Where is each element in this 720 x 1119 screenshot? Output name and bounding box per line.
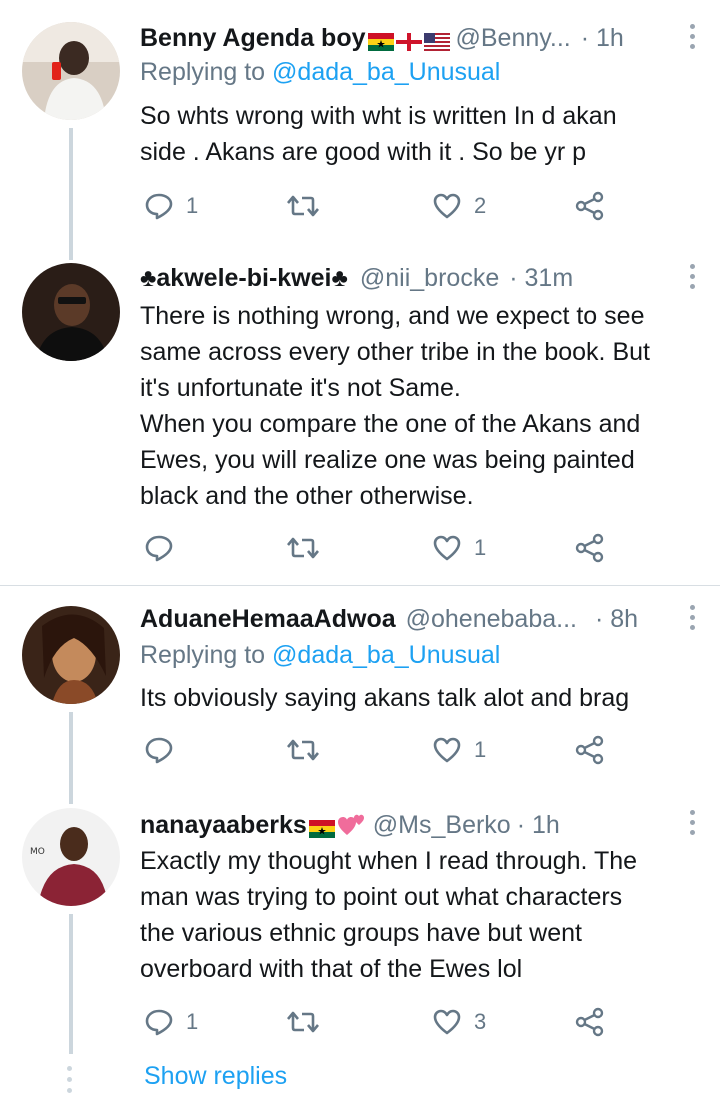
more-options-icon[interactable] — [690, 810, 696, 838]
thread-divider — [0, 585, 720, 586]
share-button[interactable] — [574, 730, 606, 770]
display-name[interactable]: ♣akwele-bi-kwei♣ — [140, 264, 348, 293]
retweet-button[interactable] — [286, 1002, 332, 1042]
club-icon: ♣ — [140, 263, 157, 292]
reply-count: 1 — [186, 193, 199, 218]
more-options-icon[interactable] — [690, 605, 696, 633]
reply-count: 1 — [186, 1009, 199, 1034]
reply-button[interactable]: 1 — [144, 1002, 198, 1042]
more-options-icon[interactable] — [690, 264, 696, 292]
like-count: 2 — [474, 193, 487, 218]
reply-icon — [145, 535, 173, 562]
replying-to: Replying to @dada_ba_Unusual — [140, 641, 501, 669]
like-count: 1 — [474, 737, 487, 762]
reply-icon — [145, 737, 173, 764]
avatar[interactable] — [22, 606, 120, 704]
tweet-actions: 1 2 — [140, 186, 620, 226]
retweet-icon — [287, 1011, 319, 1033]
share-button[interactable] — [574, 1002, 606, 1042]
tweet-actions: 1 3 — [140, 1002, 620, 1042]
handle[interactable]: @Ms_Berko — [373, 811, 511, 840]
share-icon — [575, 735, 604, 765]
handle[interactable]: @nii_brocke — [360, 264, 499, 293]
like-button[interactable]: 1 — [432, 528, 486, 568]
mention-link[interactable]: @dada_ba_Unusual — [272, 641, 500, 669]
avatar[interactable]: MO — [22, 808, 120, 906]
thread-continuation-dots — [67, 1066, 73, 1099]
handle[interactable]: @ohenebaba... — [406, 605, 577, 634]
tweet-text: Exactly my thought when I read through. … — [140, 847, 638, 983]
tweet-actions: 1 — [140, 528, 620, 568]
retweet-icon — [287, 195, 319, 217]
avatar[interactable] — [22, 22, 120, 120]
reply-icon — [145, 1009, 173, 1036]
tweet-text: There is nothing wrong, and we expect to… — [140, 302, 650, 510]
display-name[interactable]: Benny Agenda boy — [140, 24, 366, 53]
display-name[interactable]: nanayaaberks — [140, 811, 307, 840]
tweet-text: Its obviously saying akans talk alot and… — [140, 684, 630, 712]
reply-button[interactable] — [144, 528, 186, 568]
two-hearts-icon — [337, 813, 367, 837]
tweet-text: So whts wrong with wht is written In d a… — [140, 102, 617, 166]
replying-to: Replying to @dada_ba_Unusual — [140, 58, 501, 86]
heart-icon — [433, 737, 461, 763]
retweet-button[interactable] — [286, 186, 332, 226]
like-count: 1 — [474, 535, 487, 560]
share-icon — [575, 1007, 604, 1037]
timestamp[interactable]: · 31m — [509, 264, 573, 293]
share-button[interactable] — [574, 186, 606, 226]
retweet-icon — [287, 537, 319, 559]
reply-icon — [145, 193, 173, 220]
avatar[interactable] — [22, 263, 120, 361]
display-name[interactable]: AduaneHemaaAdwoa — [140, 605, 396, 634]
like-count: 3 — [474, 1009, 487, 1034]
timestamp[interactable]: · 8h — [595, 605, 638, 634]
reply-button[interactable] — [144, 730, 186, 770]
handle[interactable]: @Benny... — [456, 24, 571, 53]
show-replies-link[interactable]: Show replies — [144, 1062, 287, 1091]
heart-icon — [433, 1009, 461, 1035]
england-flag-icon — [395, 29, 422, 51]
ghana-flag-icon — [308, 816, 335, 838]
timestamp[interactable]: · 1h — [517, 811, 560, 840]
more-options-icon[interactable] — [690, 24, 696, 52]
tweet-actions: 1 — [140, 730, 620, 770]
share-icon — [575, 191, 604, 221]
like-button[interactable]: 2 — [432, 186, 486, 226]
retweet-button[interactable] — [286, 730, 332, 770]
share-icon — [575, 533, 604, 563]
svg-text:MO: MO — [30, 847, 45, 857]
share-button[interactable] — [574, 528, 606, 568]
club-icon: ♣ — [331, 263, 348, 292]
ghana-flag-icon — [367, 29, 394, 51]
retweet-button[interactable] — [286, 528, 332, 568]
like-button[interactable]: 3 — [432, 1002, 486, 1042]
retweet-icon — [287, 739, 319, 761]
heart-icon — [433, 193, 461, 219]
usa-flag-icon — [423, 29, 450, 51]
reply-button[interactable]: 1 — [144, 186, 198, 226]
mention-link[interactable]: @dada_ba_Unusual — [272, 58, 500, 86]
like-button[interactable]: 1 — [432, 730, 486, 770]
heart-icon — [433, 535, 461, 561]
timestamp[interactable]: · 1h — [581, 24, 624, 53]
